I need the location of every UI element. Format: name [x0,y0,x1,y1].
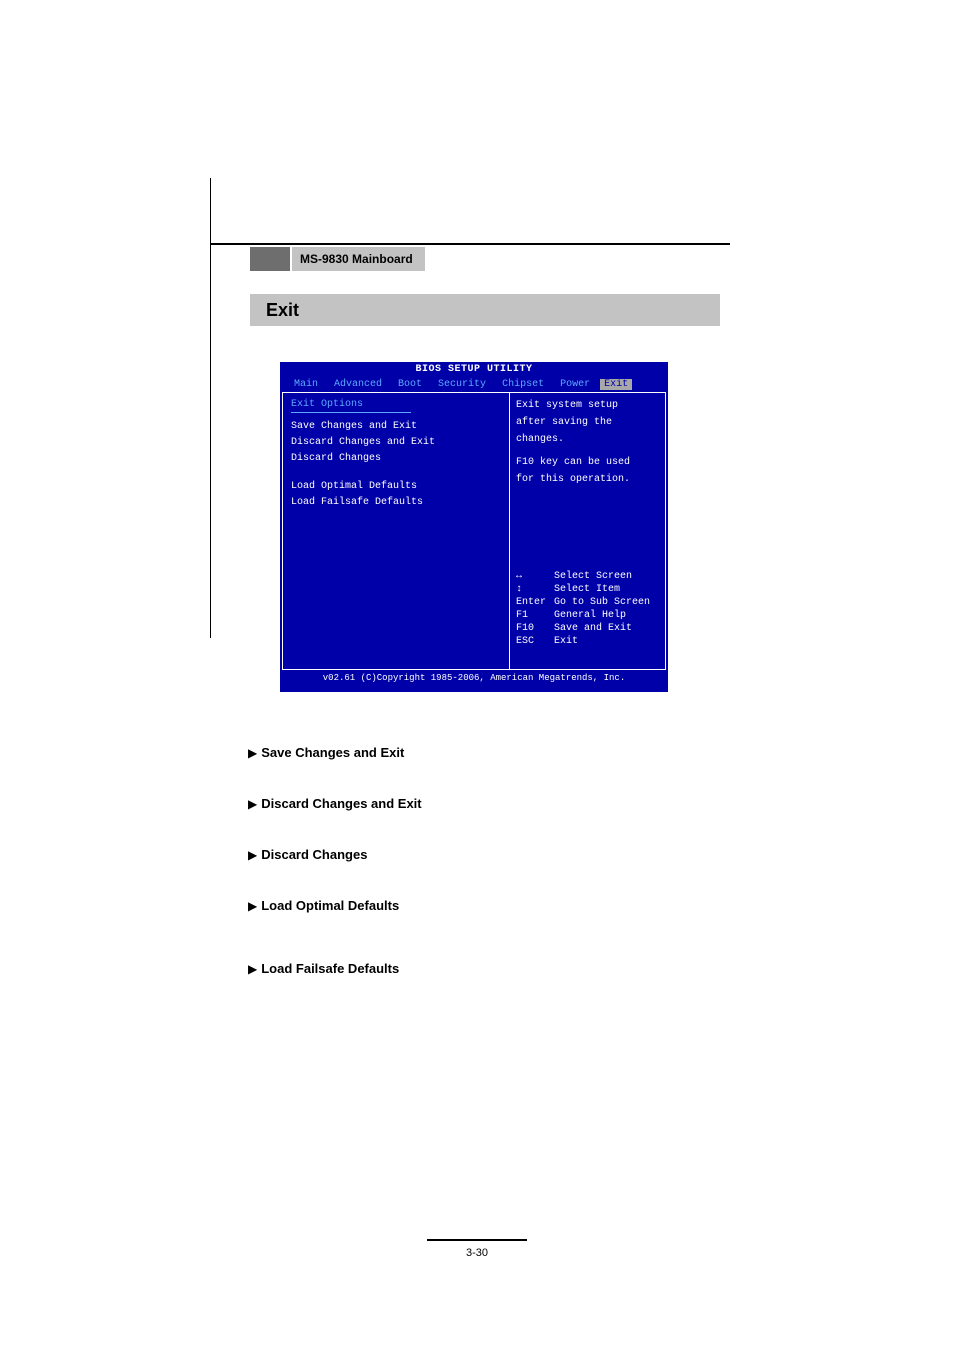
horizontal-rule [210,243,730,245]
bios-tab-boot[interactable]: Boot [392,379,428,390]
desc-label: Load Failsafe Defaults [261,961,399,976]
key-row: F10Save and Exit [516,622,659,635]
help-line: changes. [516,433,659,446]
triangle-marker-icon: ▶ [248,848,257,862]
help-line: for this operation. [516,473,659,486]
section-title-bar: Exit [250,294,720,326]
key-action: Select Item [554,583,620,596]
desc-label: Discard Changes [261,847,367,862]
menu-descriptions: ▶ Save Changes and Exit ▶ Discard Change… [248,745,718,1012]
key-row: ↔Select Screen [516,570,659,583]
help-line: F10 key can be used [516,456,659,469]
bios-divider [291,412,411,413]
bios-title: BIOS SETUP UTILITY [280,362,668,377]
bios-tab-exit[interactable]: Exit [600,379,632,390]
key-enter: Enter [516,596,554,609]
spacer [516,490,659,570]
triangle-marker-icon: ▶ [248,797,257,811]
menu-load-optimal[interactable]: Load Optimal Defaults [291,479,501,495]
bios-keys: ↔Select Screen ↕Select Item EnterGo to S… [516,570,659,648]
product-name: MS-9830 Mainboard [292,247,425,271]
key-row: F1General Help [516,609,659,622]
triangle-marker-icon: ▶ [248,746,257,760]
key-row: ESCExit [516,635,659,648]
vertical-divider [210,178,211,638]
key-f10: F10 [516,622,554,635]
key-esc: ESC [516,635,554,648]
menu-discard-changes[interactable]: Discard Changes [291,451,501,467]
exit-options-heading: Exit Options [291,399,501,410]
page-number-rule [427,1239,527,1241]
triangle-marker-icon: ▶ [248,899,257,913]
bios-tab-security[interactable]: Security [432,379,492,390]
bios-tab-advanced[interactable]: Advanced [328,379,388,390]
key-arrows-lr-icon: ↔ [516,570,554,583]
menu-discard-changes-exit[interactable]: Discard Changes and Exit [291,435,501,451]
key-action: Select Screen [554,570,632,583]
bios-body: Exit Options Save Changes and Exit Disca… [282,392,666,670]
key-action: General Help [554,609,626,622]
menu-load-failsafe[interactable]: Load Failsafe Defaults [291,495,501,511]
key-arrows-ud-icon: ↕ [516,583,554,596]
desc-label: Load Optimal Defaults [261,898,399,913]
page-number: 3-30 [466,1247,488,1259]
key-row: EnterGo to Sub Screen [516,596,659,609]
key-row: ↕Select Item [516,583,659,596]
help-line: after saving the [516,416,659,429]
key-action: Go to Sub Screen [554,596,650,609]
triangle-marker-icon: ▶ [248,962,257,976]
menu-save-changes-exit[interactable]: Save Changes and Exit [291,419,501,435]
desc-discard-changes-exit: ▶ Discard Changes and Exit [248,796,718,811]
bios-tab-main[interactable]: Main [288,379,324,390]
desc-discard-changes: ▶ Discard Changes [248,847,718,862]
header-bar: MS-9830 Mainboard [250,247,720,271]
bios-footer: v02.61 (C)Copyright 1985-2006, American … [280,670,668,686]
bios-tab-power[interactable]: Power [554,379,596,390]
desc-save-changes-exit: ▶ Save Changes and Exit [248,745,718,760]
menu-gap [291,467,501,479]
desc-label: Discard Changes and Exit [261,796,421,811]
key-action: Save and Exit [554,622,632,635]
page: MS-9830 Mainboard Exit BIOS SETUP UTILIT… [0,0,954,1349]
section-title: Exit [266,300,299,321]
help-line: Exit system setup [516,399,659,412]
bios-tab-row: Main Advanced Boot Security Chipset Powe… [280,377,668,392]
header-tab-decor [250,247,290,271]
desc-label: Save Changes and Exit [261,745,404,760]
bios-right-panel: Exit system setup after saving the chang… [510,393,665,669]
key-action: Exit [554,635,578,648]
desc-load-failsafe: ▶ Load Failsafe Defaults [248,961,718,976]
key-f1: F1 [516,609,554,622]
desc-load-optimal: ▶ Load Optimal Defaults [248,898,718,913]
bios-left-panel: Exit Options Save Changes and Exit Disca… [283,393,510,669]
bios-screenshot: BIOS SETUP UTILITY Main Advanced Boot Se… [280,362,668,692]
bios-tab-chipset[interactable]: Chipset [496,379,550,390]
